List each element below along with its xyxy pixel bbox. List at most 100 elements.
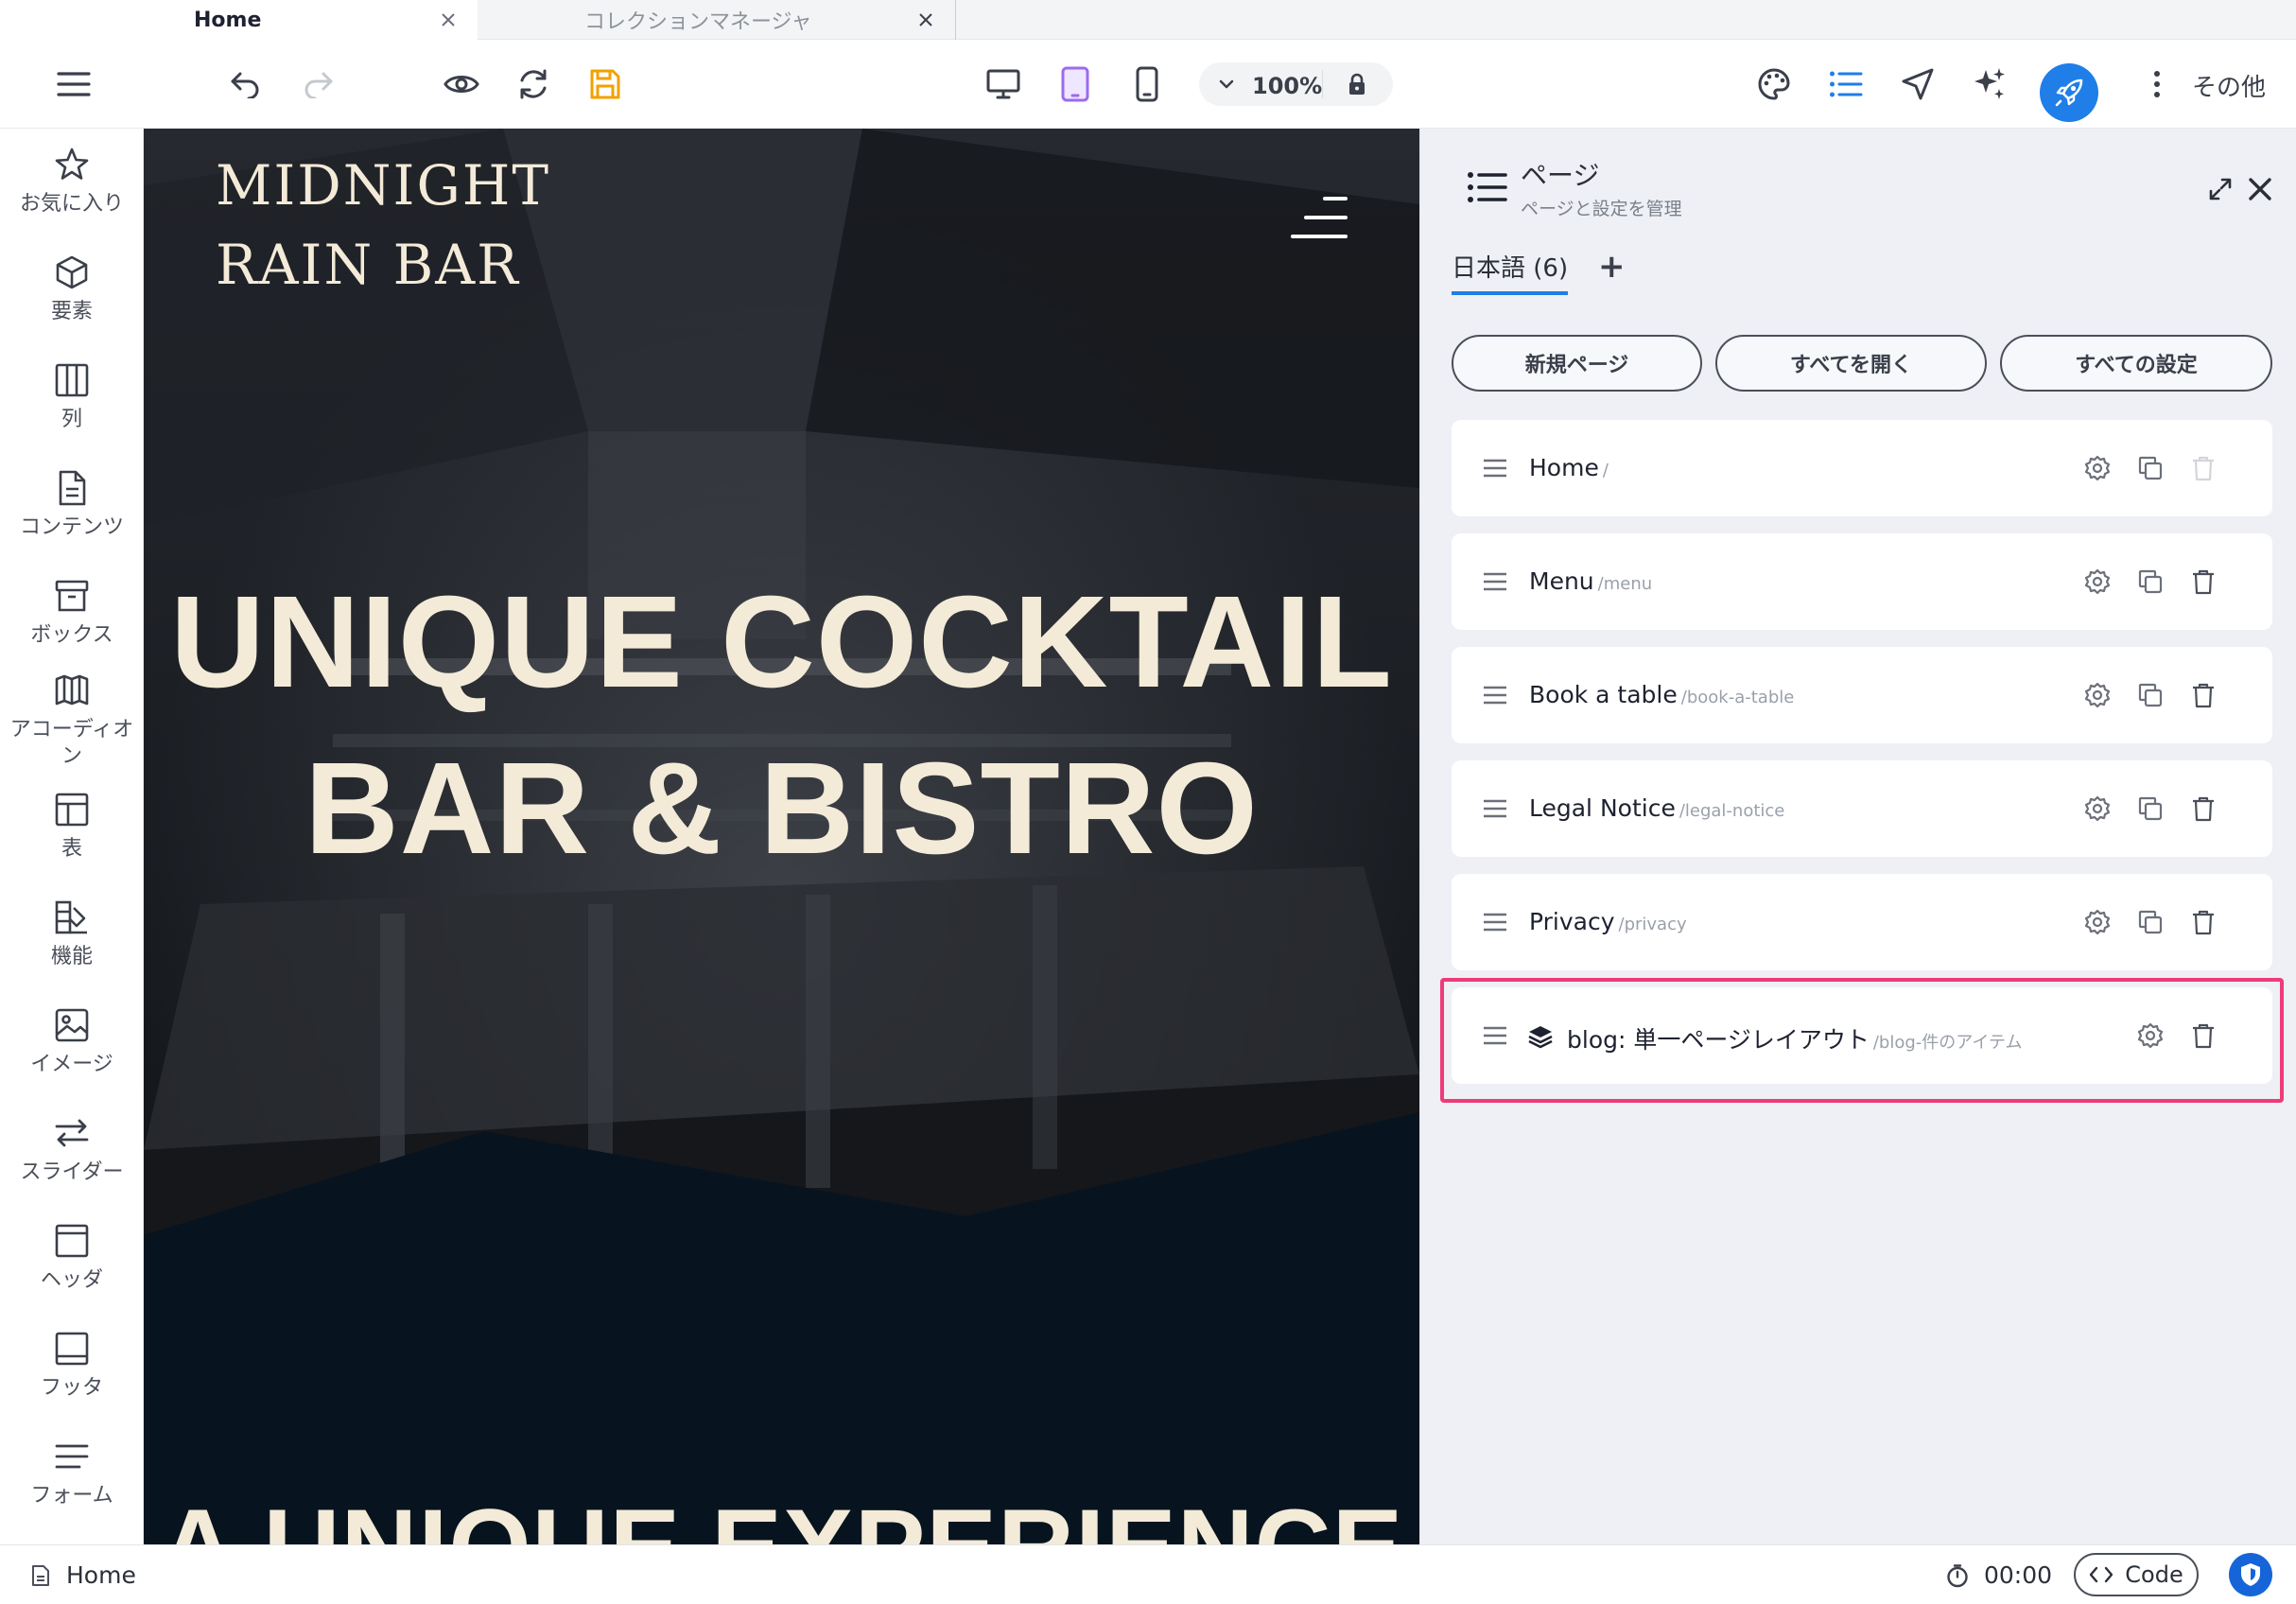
trash-icon <box>2193 456 2214 481</box>
duplicate-icon[interactable] <box>2136 454 2165 482</box>
page-name: Menu/menu <box>1529 567 1652 595</box>
page-title: Book a table <box>1529 681 1678 708</box>
pages-list-icon[interactable] <box>1827 65 1865 103</box>
expand-icon[interactable] <box>2207 176 2234 202</box>
panel-title: ページ <box>1521 160 1600 191</box>
drag-handle-icon[interactable] <box>1482 456 1508 480</box>
tab-home[interactable]: Home <box>0 0 478 40</box>
tab-collection-manager[interactable]: コレクションマネージャ <box>478 0 956 40</box>
sidebar-item-favorites[interactable]: お気に入り <box>0 146 143 218</box>
section-title[interactable]: A UNIQUE EXPERIENCE <box>144 1486 1419 1544</box>
sidebar-item-image[interactable]: イメージ <box>0 1006 143 1078</box>
sidebar-item-label: フォーム <box>30 1484 113 1508</box>
lock-icon[interactable] <box>1345 72 1369 96</box>
page-item-legal-notice[interactable]: Legal Notice/legal-notice <box>1452 760 2272 857</box>
sidebar-item-label: 列 <box>61 408 82 431</box>
trash-icon[interactable] <box>2189 794 2218 823</box>
ai-sparkle-icon[interactable] <box>1971 65 2009 103</box>
duplicate-icon[interactable] <box>2136 567 2165 596</box>
more-vertical-icon[interactable] <box>2138 65 2176 103</box>
palette-icon[interactable] <box>1755 65 1793 103</box>
sidebar-item-features[interactable]: 機能 <box>0 898 143 970</box>
sidebar-item-table[interactable]: 表 <box>0 791 143 863</box>
drag-handle-icon[interactable] <box>1482 683 1508 707</box>
all-settings-button[interactable]: すべての設定 <box>2000 335 2272 392</box>
code-button[interactable]: Code <box>2074 1553 2199 1596</box>
tablet-view-icon[interactable] <box>1056 65 1094 103</box>
close-icon[interactable] <box>2247 176 2273 202</box>
tab-label: コレクションマネージャ <box>584 10 812 34</box>
page-item-book-a-table[interactable]: Book a table/book-a-table <box>1452 647 2272 743</box>
timer-icon <box>1947 1564 1968 1588</box>
new-page-button[interactable]: 新規ページ <box>1452 335 1702 392</box>
sidebar-item-label: 機能 <box>50 945 93 968</box>
duplicate-icon[interactable] <box>2136 794 2165 823</box>
tab-language-japanese[interactable]: 日本語 (6) <box>1452 249 1569 295</box>
drag-handle-icon[interactable] <box>1482 910 1508 934</box>
features-icon <box>55 900 87 934</box>
more-label[interactable]: その他 <box>2192 68 2266 103</box>
cube-icon <box>56 255 88 289</box>
gear-icon[interactable] <box>2083 567 2112 596</box>
shield-icon <box>2241 1563 2260 1586</box>
divider <box>1322 70 1323 98</box>
desktop-view-icon[interactable] <box>984 65 1022 103</box>
refresh-icon[interactable] <box>514 65 552 103</box>
open-all-button[interactable]: すべてを開く <box>1715 335 1987 392</box>
sidebar-item-label: 要素 <box>50 300 93 323</box>
page-name: Home / <box>1529 454 1609 481</box>
trash-icon[interactable] <box>2189 567 2218 596</box>
page-item-menu[interactable]: Menu/menu <box>1452 533 2272 630</box>
sidebar-item-box[interactable]: ボックス <box>0 577 143 649</box>
editor-canvas[interactable]: MIDNIGHT RAIN BAR UNIQUE COCKTAIL BAR & … <box>144 129 1419 1544</box>
zoom-level: 100% <box>1252 73 1323 99</box>
security-shield-button[interactable] <box>2229 1553 2272 1596</box>
sidebar-item-accordion[interactable]: アコーディオン <box>0 671 143 770</box>
drag-handle-icon[interactable] <box>1482 796 1508 821</box>
current-page-name[interactable]: Home <box>66 1561 136 1589</box>
document-icon <box>59 470 86 506</box>
gear-icon[interactable] <box>2083 454 2112 482</box>
hero-title-line: BAR & BISTRO <box>304 736 1259 881</box>
trash-icon[interactable] <box>2189 908 2218 936</box>
undo-icon[interactable] <box>227 65 265 103</box>
close-icon[interactable] <box>915 9 936 30</box>
duplicate-icon[interactable] <box>2136 681 2165 709</box>
redo-icon[interactable] <box>299 65 337 103</box>
page-item-privacy[interactable]: Privacy/privacy <box>1452 874 2272 970</box>
navigation-arrow-icon[interactable] <box>1899 65 1937 103</box>
menu-icon[interactable] <box>55 65 93 103</box>
sidebar-item-content[interactable]: コンテンツ <box>0 469 143 541</box>
drag-handle-icon[interactable] <box>1482 569 1508 594</box>
pages-list-icon <box>1468 172 1507 202</box>
sidebar-item-header[interactable]: ヘッダ <box>0 1222 143 1294</box>
close-icon[interactable] <box>438 9 459 30</box>
sidebar-item-slider[interactable]: スライダー <box>0 1114 143 1186</box>
gear-icon[interactable] <box>2083 794 2112 823</box>
mobile-view-icon[interactable] <box>1128 65 1166 103</box>
gear-icon[interactable] <box>2083 681 2112 709</box>
gear-icon[interactable] <box>2083 908 2112 936</box>
page-title: Menu <box>1529 567 1594 595</box>
publish-rocket-button[interactable] <box>2040 63 2098 122</box>
site-logo[interactable]: MIDNIGHT RAIN BAR <box>216 146 550 305</box>
sidebar-item-elements[interactable]: 要素 <box>0 253 143 325</box>
sidebar-item-form[interactable]: フォーム <box>0 1438 143 1509</box>
duplicate-icon[interactable] <box>2136 908 2165 936</box>
add-language-button[interactable]: + <box>1598 248 1626 286</box>
trash-icon[interactable] <box>2189 681 2218 709</box>
hamburger-menu-icon[interactable] <box>1291 195 1348 242</box>
zoom-control[interactable]: 100% <box>1199 62 1393 106</box>
sidebar-item-columns[interactable]: 列 <box>0 361 143 433</box>
preview-eye-icon[interactable] <box>443 65 480 103</box>
sidebar-item-footer[interactable]: フッタ <box>0 1330 143 1402</box>
chevron-down-icon[interactable] <box>1216 74 1237 95</box>
hero-title[interactable]: UNIQUE COCKTAIL BAR & BISTRO <box>144 559 1419 892</box>
highlight-box <box>1440 978 2284 1103</box>
header-icon <box>55 1224 89 1258</box>
toolbar: 100% その他 <box>0 40 2296 129</box>
page-item-home[interactable]: Home / <box>1452 420 2272 516</box>
save-icon[interactable] <box>586 65 624 103</box>
box-icon <box>55 580 89 612</box>
footer-icon <box>55 1332 89 1366</box>
